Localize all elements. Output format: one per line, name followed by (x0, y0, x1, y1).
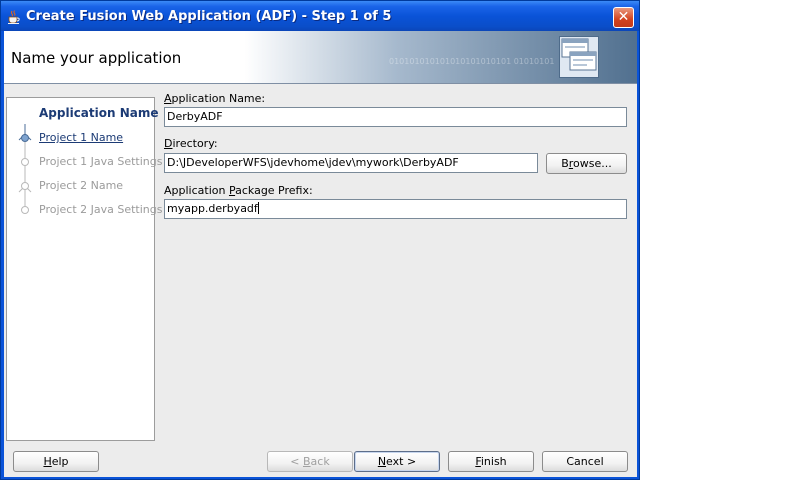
application-windows-icon (559, 36, 599, 78)
next-button[interactable]: Next > (354, 451, 440, 472)
step-label: Project 1 Java Settings (39, 155, 163, 168)
step-project-1-name[interactable]: Project 1 Name (7, 128, 154, 148)
directory-label: Directory: (164, 137, 218, 150)
title-bar[interactable]: Create Fusion Web Application (ADF) - St… (1, 1, 639, 31)
text-cursor (257, 202, 259, 214)
browse-button[interactable]: Browse... (546, 153, 627, 174)
application-name-input[interactable]: DerbyADF (164, 107, 627, 127)
step-label: Project 1 Name (39, 131, 124, 144)
step-label: Application Name (39, 106, 159, 120)
header-binary-decoration: 010101010101010101010101 01010101 (389, 57, 555, 66)
application-name-label: Application Name: (164, 92, 266, 105)
directory-input[interactable]: D:\JDeveloperWFS\jdevhome\jdev\mywork\De… (164, 153, 538, 173)
package-prefix-input[interactable]: myapp.derbyadf (164, 199, 627, 219)
help-button[interactable]: Help (13, 451, 99, 472)
wizard-window: Create Fusion Web Application (ADF) - St… (0, 0, 640, 480)
step-project-2-name: Project 2 Name (7, 176, 154, 196)
step-label: Project 2 Java Settings (39, 203, 163, 216)
package-prefix-label: Application Package Prefix: (164, 184, 313, 197)
step-project-1-java-settings: Project 1 Java Settings (7, 152, 162, 172)
dialog-body: Name your application 010101010101010101… (4, 31, 637, 477)
step-label: Project 2 Name (39, 179, 124, 192)
step-application-name[interactable]: Application Name (7, 104, 159, 124)
wizard-header: Name your application 010101010101010101… (4, 31, 637, 84)
step-project-2-java-settings: Project 2 Java Settings (7, 200, 162, 220)
window-title: Create Fusion Web Application (ADF) - St… (26, 9, 392, 24)
wizard-steps-panel: Application Name Project 1 Name Project … (6, 97, 162, 441)
cancel-button[interactable]: Cancel (542, 451, 628, 472)
java-cup-icon (8, 10, 20, 24)
finish-button[interactable]: Finish (448, 451, 534, 472)
close-icon[interactable]: ✕ (613, 7, 634, 28)
page-title: Name your application (11, 49, 182, 67)
back-button[interactable]: < Back (267, 451, 353, 472)
